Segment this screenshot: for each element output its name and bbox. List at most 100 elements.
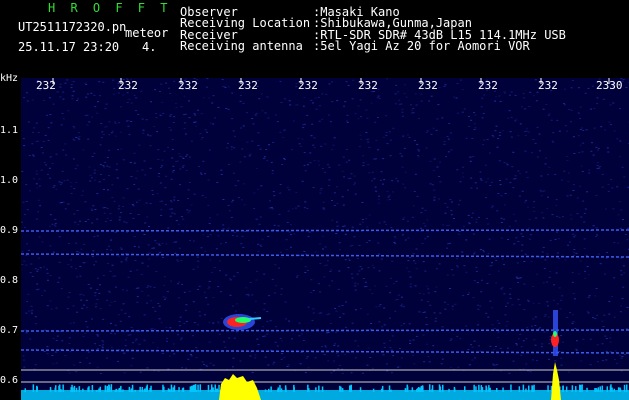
- level-spike: [115, 388, 118, 392]
- y-tick-label: 0.9: [0, 225, 19, 236]
- level-spike: [32, 384, 35, 392]
- level-spike: [619, 388, 622, 392]
- level-spike: [496, 388, 498, 392]
- level-spike: [88, 386, 90, 392]
- level-spike: [533, 384, 535, 392]
- level-spike: [122, 389, 124, 392]
- level-spike: [431, 388, 433, 392]
- level-spike: [579, 384, 582, 392]
- level-spike: [525, 388, 527, 392]
- level-spike: [489, 387, 491, 392]
- level-spike: [98, 388, 100, 392]
- antenna-value: :5el Yagi Az 20 for Aomori VOR: [313, 39, 530, 53]
- level-spike: [128, 386, 131, 392]
- level-spike: [448, 388, 450, 392]
- level-spike: [613, 388, 615, 392]
- meteor-echo-highlight: [235, 317, 251, 323]
- x-tick-label: 232: [238, 79, 258, 92]
- level-spike: [71, 384, 73, 392]
- level-spike: [141, 387, 143, 392]
- level-spike: [143, 389, 146, 392]
- level-spike: [218, 384, 220, 392]
- level-spike: [606, 386, 608, 392]
- level-spike: [617, 387, 620, 392]
- level-spike: [315, 387, 317, 392]
- file-tag: meteor: [125, 26, 169, 40]
- level-spike: [167, 388, 170, 392]
- level-spike: [268, 388, 270, 392]
- level-spike: [562, 385, 564, 392]
- level-spike: [390, 389, 392, 392]
- level-spike: [464, 386, 466, 392]
- level-spike: [36, 385, 38, 392]
- antenna-label: Receiving antenna: [180, 39, 303, 53]
- level-spike: [191, 385, 194, 392]
- level-spike: [488, 385, 490, 392]
- level-spike: [586, 387, 588, 392]
- level-spike: [55, 385, 57, 392]
- level-spike: [150, 385, 152, 392]
- x-tick-label: 232: [36, 79, 56, 92]
- level-spike: [134, 389, 136, 392]
- level-spike: [210, 389, 212, 392]
- header-panel: H R O F F T UT2511172320.pn meteor 25.11…: [0, 0, 629, 78]
- level-spike: [381, 385, 384, 392]
- level-spike: [321, 386, 324, 392]
- level-spike: [522, 384, 525, 392]
- level-spike: [438, 384, 441, 392]
- level-spike: [195, 389, 197, 392]
- level-spike: [264, 389, 267, 392]
- level-spike: [528, 385, 530, 392]
- level-spike: [108, 386, 111, 392]
- count: 4.: [142, 40, 157, 54]
- datetime: 25.11.17 23:20: [18, 40, 120, 54]
- level-spike: [197, 384, 199, 392]
- level-spike: [350, 384, 352, 392]
- level-spike: [581, 384, 583, 392]
- x-tick-label: 232: [538, 79, 558, 92]
- file-name: UT2511172320.pn: [18, 20, 127, 34]
- x-tick-label: 232: [478, 79, 498, 92]
- x-tick-label: 232: [178, 79, 198, 92]
- x-tick-label: 232: [118, 79, 138, 92]
- level-spike: [24, 388, 26, 392]
- level-spike: [216, 388, 219, 392]
- level-spike: [475, 386, 477, 392]
- level-spike: [485, 387, 488, 392]
- level-spike: [420, 385, 423, 392]
- level-spike: [340, 386, 342, 392]
- y-tick-label: 0.8: [0, 275, 19, 286]
- y-unit-label: kHz: [0, 73, 19, 84]
- level-spike: [75, 387, 78, 392]
- x-tick-label: 232: [358, 79, 378, 92]
- level-spike: [359, 387, 362, 392]
- x-tick-label: 232: [298, 79, 318, 92]
- level-spike: [454, 388, 456, 392]
- level-spike: [169, 389, 171, 392]
- level-spike: [277, 389, 279, 392]
- level-spike: [162, 384, 164, 392]
- level-spike: [73, 385, 76, 392]
- level-spike: [60, 389, 62, 392]
- y-tick-label: 1.1: [0, 125, 19, 136]
- level-spike: [91, 385, 94, 392]
- level-spike: [212, 387, 214, 392]
- level-spike: [473, 384, 475, 392]
- level-spike: [626, 384, 628, 392]
- level-spike: [419, 387, 421, 392]
- level-spike: [502, 387, 504, 392]
- level-spike: [59, 384, 61, 392]
- meteor-echo-highlight: [553, 331, 557, 337]
- level-spike: [270, 386, 272, 392]
- level-spike: [182, 387, 185, 392]
- x-tick-label: 232: [418, 79, 438, 92]
- level-spike: [96, 390, 98, 392]
- level-spike: [99, 386, 101, 392]
- level-spike: [207, 384, 210, 392]
- level-spike: [119, 387, 122, 392]
- level-spike: [118, 388, 120, 392]
- app-name: H R O F F T: [48, 1, 172, 15]
- level-spike: [49, 389, 52, 392]
- level-spike: [62, 384, 64, 392]
- level-spike: [531, 385, 533, 392]
